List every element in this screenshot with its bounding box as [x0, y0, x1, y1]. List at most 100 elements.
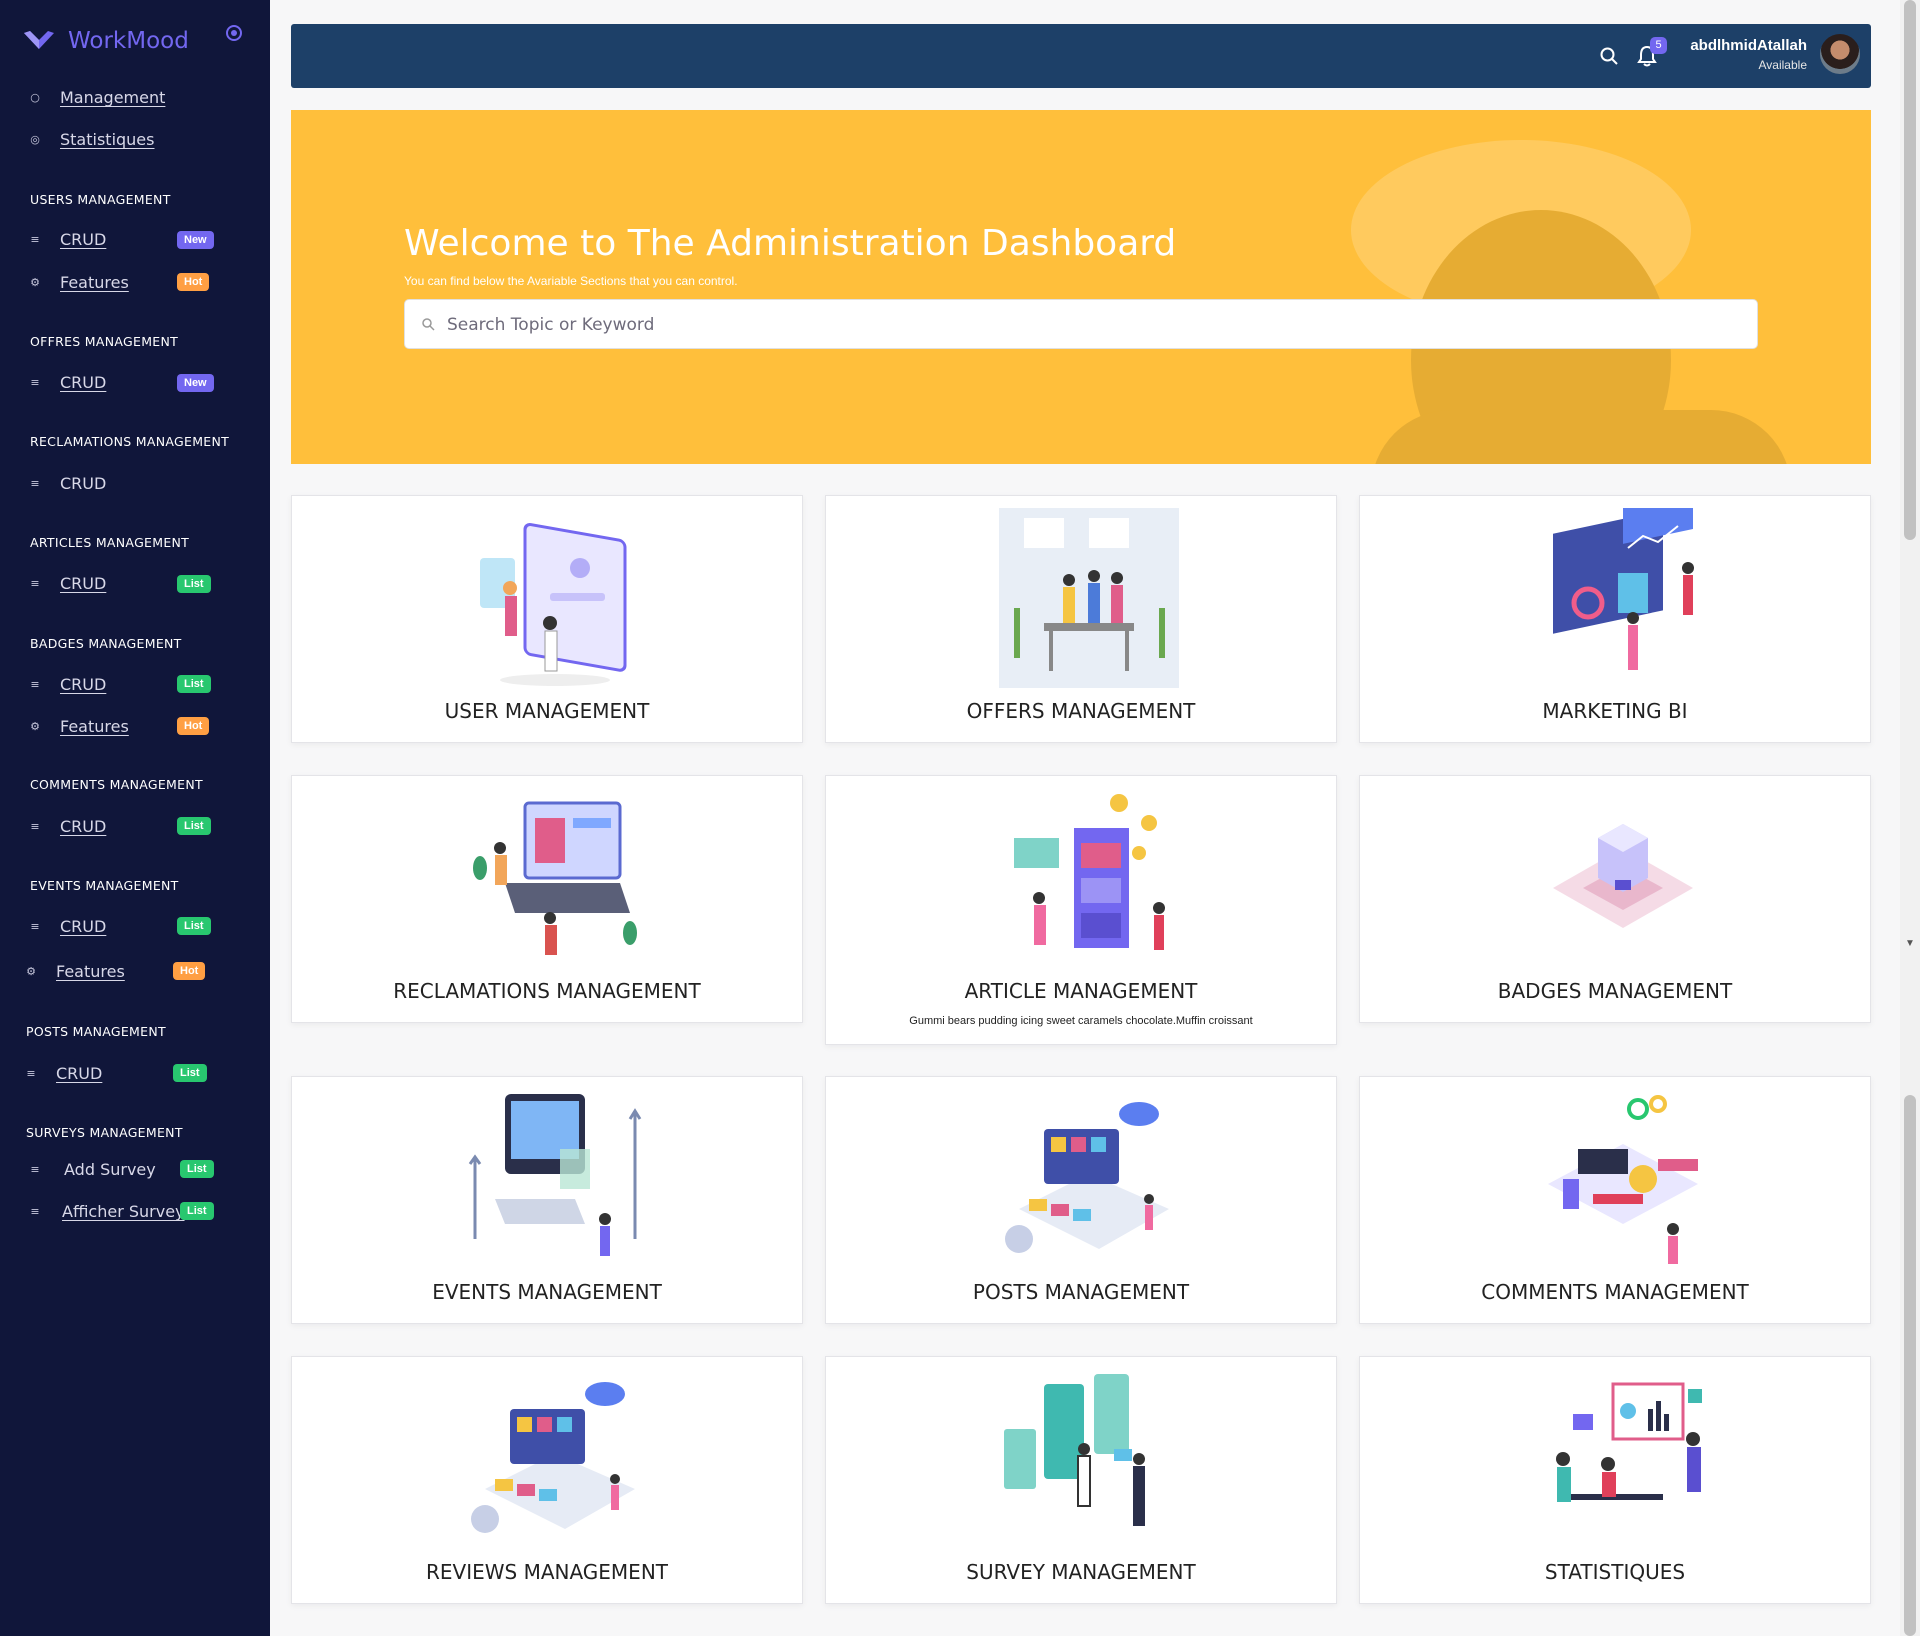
user-name[interactable]: abdlhmidAtallah — [1690, 37, 1807, 54]
badge-new: New — [177, 231, 214, 249]
survey-illustration-icon — [1004, 1374, 1145, 1526]
card-survey-management[interactable]: SURVEY MANAGEMENT — [825, 1356, 1337, 1604]
scrollbar-thumb[interactable] — [1904, 0, 1916, 540]
section-reclamations-management: RECLAMATIONS MANAGEMENT — [30, 434, 230, 449]
top-navbar: 5 abdlhmidAtallah Available — [291, 24, 1871, 88]
brand-logo-link[interactable]: WorkMood — [22, 28, 189, 54]
card-posts-management[interactable]: POSTS MANAGEMENT — [825, 1076, 1337, 1324]
sidebar-item-articles-crud[interactable]: ≡ CRUD — [28, 574, 106, 593]
user-management-illustration-icon — [480, 523, 627, 686]
sidebar-item-label: CRUD — [56, 1064, 103, 1083]
sidebar-item-label: CRUD — [60, 230, 107, 249]
sidebar: WorkMood ○ Management ◎ Statistiques USE… — [0, 0, 270, 1636]
sidebar-item-reclamations-crud[interactable]: ≡ CRUD — [28, 474, 106, 493]
list-icon: ≡ — [30, 577, 40, 590]
circle-icon: ○ — [30, 91, 40, 104]
list-icon: ≡ — [30, 233, 40, 246]
marketing-bi-illustration-icon — [1553, 508, 1694, 670]
badge-hot: Hot — [173, 962, 206, 980]
sidebar-item-afficher-survey[interactable]: ≡ Afficher Survey — [28, 1202, 184, 1221]
section-comments-management: COMMENTS MANAGEMENT — [30, 777, 203, 792]
section-users-management: USERS MANAGEMENT — [30, 192, 171, 207]
section-posts-management: POSTS MANAGEMENT — [26, 1024, 166, 1039]
article-illustration-icon — [1014, 794, 1165, 950]
search-icon[interactable] — [1599, 46, 1619, 66]
sidebar-item-offres-crud[interactable]: ≡ CRUD — [28, 373, 106, 392]
badge-list: List — [177, 575, 211, 593]
card-title: ARTICLE MANAGEMENT — [964, 979, 1198, 1003]
gear-icon: ⚙ — [30, 720, 40, 733]
card-events-management[interactable]: EVENTS MANAGEMENT — [291, 1076, 803, 1324]
card-badges-management[interactable]: BADGES MANAGEMENT — [1359, 775, 1871, 1023]
sidebar-item-label: CRUD — [60, 675, 107, 694]
card-title: RECLAMATIONS MANAGEMENT — [393, 979, 701, 1003]
reclamations-illustration-icon — [473, 801, 637, 955]
card-statistiques[interactable]: STATISTIQUES — [1359, 1356, 1871, 1604]
sidebar-item-badges-crud[interactable]: ≡ CRUD — [28, 675, 106, 694]
card-title: EVENTS MANAGEMENT — [432, 1280, 662, 1304]
events-illustration-icon — [468, 1094, 642, 1256]
sidebar-toggle-icon[interactable] — [226, 25, 242, 41]
badge-hot: Hot — [177, 717, 210, 735]
sidebar-item-label: Features — [56, 962, 125, 981]
page-title: Welcome to The Administration Dashboard — [404, 223, 1177, 264]
worker-background-image — [1351, 140, 1787, 464]
sidebar-item-badges-features[interactable]: ⚙ Features — [28, 717, 129, 736]
sidebar-item-label: CRUD — [60, 373, 107, 392]
comments-illustration-icon — [1548, 1095, 1698, 1264]
sidebar-item-users-features[interactable]: ⚙ Features — [28, 273, 129, 292]
badge-new: New — [177, 374, 214, 392]
card-reviews-management[interactable]: REVIEWS MANAGEMENT — [291, 1356, 803, 1604]
badge-list: List — [177, 817, 211, 835]
card-title: OFFERS MANAGEMENT — [966, 699, 1196, 723]
gear-icon: ⚙ — [26, 965, 36, 978]
badge-list: List — [180, 1202, 214, 1220]
sidebar-item-management[interactable]: ○ Management — [28, 88, 165, 107]
search-box — [404, 299, 1758, 350]
sidebar-item-events-crud[interactable]: ≡ CRUD — [28, 917, 106, 936]
sidebar-item-posts-crud[interactable]: ≡ CRUD — [24, 1064, 102, 1083]
list-icon: ≡ — [30, 1205, 40, 1218]
gear-icon: ⚙ — [30, 276, 40, 289]
section-offres-management: OFFRES MANAGEMENT — [30, 334, 179, 349]
card-offers-management[interactable]: OFFERS MANAGEMENT — [825, 495, 1337, 743]
card-title: STATISTIQUES — [1544, 1560, 1686, 1584]
list-icon: ≡ — [30, 678, 40, 691]
sidebar-item-label: Statistiques — [60, 130, 155, 149]
page-subtitle: You can find below the Avariable Section… — [404, 274, 738, 288]
badge-list: List — [177, 917, 211, 935]
welcome-banner: Welcome to The Administration Dashboard … — [291, 110, 1871, 464]
card-comments-management[interactable]: COMMENTS MANAGEMENT — [1359, 1076, 1871, 1324]
search-input[interactable] — [445, 300, 1739, 350]
list-icon: ≡ — [26, 1067, 36, 1080]
avatar[interactable] — [1820, 34, 1860, 74]
card-title: BADGES MANAGEMENT — [1497, 979, 1733, 1003]
section-surveys-management: SURVEYS MANAGEMENT — [26, 1125, 183, 1140]
badges-illustration-icon — [1553, 824, 1693, 928]
brand-name: WorkMood — [68, 28, 189, 54]
card-marketing-bi[interactable]: MARKETING BI — [1359, 495, 1871, 743]
card-reclamations-management[interactable]: RECLAMATIONS MANAGEMENT — [291, 775, 803, 1023]
sidebar-item-label: Management — [60, 88, 166, 107]
sidebar-item-comments-crud[interactable]: ≡ CRUD — [28, 817, 106, 836]
reviews-illustration-icon — [471, 1382, 635, 1533]
scroll-down-icon[interactable]: ▼ — [1905, 938, 1915, 949]
scrollbar-thumb-secondary[interactable] — [1904, 1095, 1916, 1636]
badge-hot: Hot — [177, 273, 210, 291]
posts-illustration-icon — [1005, 1102, 1169, 1253]
page-scrollbar[interactable]: ▼ — [1900, 0, 1920, 1636]
section-articles-management: ARTICLES MANAGEMENT — [30, 535, 190, 550]
sidebar-item-statistiques[interactable]: ◎ Statistiques — [28, 130, 154, 149]
sidebar-item-label: Add Survey — [64, 1160, 156, 1179]
card-title: COMMENTS MANAGEMENT — [1481, 1280, 1749, 1304]
sidebar-item-events-features[interactable]: ⚙ Features — [24, 962, 125, 981]
target-icon: ◎ — [30, 133, 40, 146]
sidebar-item-add-survey[interactable]: ≡ Add Survey — [28, 1160, 156, 1179]
list-icon: ≡ — [30, 820, 40, 833]
heart-logo-icon — [24, 31, 54, 49]
list-icon: ≡ — [30, 376, 40, 389]
card-article-management[interactable]: ARTICLE MANAGEMENT Gummi bears pudding i… — [825, 775, 1337, 1045]
sidebar-item-users-crud[interactable]: ≡ CRUD — [28, 230, 106, 249]
list-icon: ≡ — [30, 477, 40, 490]
card-user-management[interactable]: USER MANAGEMENT — [291, 495, 803, 743]
